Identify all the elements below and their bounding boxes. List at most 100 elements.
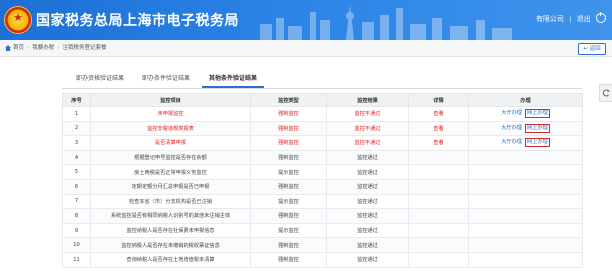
refresh-float-button[interactable] [599, 84, 612, 102]
handle-cell [468, 251, 583, 268]
header-separator: | [569, 15, 572, 23]
detail-cell: 查看 [408, 135, 469, 151]
monitor-item: 未申报监控 [90, 106, 251, 122]
table-row: 7 检查本省（市）分支机构是否已注销 提示监控 监控通过 [62, 193, 583, 210]
monitor-item: 监控非税违规类报表 [90, 120, 251, 137]
detail-cell [408, 149, 469, 166]
monitor-item: 查询纳税人是否存在土地增值税未清算 [90, 251, 251, 268]
monitor-results-table: 序号 监控项目 监控类型 监控结果 详情 办理 1 未申报监控 强制监控 监控不通过查… [62, 93, 583, 268]
home-icon [5, 45, 11, 51]
row-number: 1 [62, 106, 91, 122]
handle-cell: 大厅办理 网上办理 [468, 120, 583, 137]
monitor-type: 强制监控 [250, 149, 327, 166]
detail-cell [408, 208, 469, 224]
monitor-type: 提示监控 [250, 222, 327, 239]
detail-cell [408, 237, 469, 253]
monitor-result: 监控通过 [326, 178, 409, 195]
monitor-item: 房土两税是否正常申报义务监控 [90, 164, 251, 180]
monitor-result: 监控通过 [326, 193, 409, 210]
col-header-type: 监控类型 [250, 93, 327, 107]
table-row: 4 根据登记申号监控是否存在余额 强制监控 监控通过 [62, 149, 583, 166]
monitor-type: 强制监控 [250, 120, 327, 137]
handle-cell [468, 149, 583, 166]
hall-handle-link[interactable]: 大厅办理 [501, 125, 522, 131]
online-handle-link[interactable]: 网上办理 [525, 109, 550, 119]
online-handle-link[interactable]: 网上办理 [525, 123, 550, 133]
detail-cell [408, 251, 469, 268]
table-row: 6 定期定额分月汇总申报是否已申报 强制监控 监控通过 [62, 178, 583, 195]
monitor-result: 监控不通过 [326, 106, 409, 122]
company-link[interactable]: 有限公司 [536, 15, 564, 23]
breadcrumb-home[interactable]: 首页 [13, 45, 24, 51]
header-user-area: 有限公司 | 退出 [492, 12, 606, 24]
back-button[interactable]: ↩ 返回 [578, 43, 606, 55]
view-detail-link[interactable]: 查看 [433, 111, 443, 117]
monitor-type: 强制监控 [250, 178, 327, 195]
monitor-result: 监控通过 [326, 251, 409, 268]
result-tabs: 即办资格验证结果 即办条件验证结果 其他条件验证结果 [62, 70, 582, 89]
monitor-result: 监控通过 [326, 164, 409, 180]
detail-cell: 查看 [408, 120, 469, 137]
skyline-decoration [260, 4, 512, 40]
handle-cell [468, 237, 583, 253]
monitor-type: 提示监控 [250, 193, 327, 210]
monitor-type: 提示监控 [250, 164, 327, 180]
handle-cell [468, 178, 583, 195]
power-icon[interactable] [596, 12, 606, 23]
tab-other-condition[interactable]: 其他条件验证结果 [202, 72, 264, 88]
top-header: ★ 国家税务总局上海市电子税务局 有限公司 | 退出 [0, 0, 612, 40]
monitor-item: 根据登记申号监控是否存在余额 [90, 149, 251, 166]
monitor-result: 监控通过 [326, 237, 409, 253]
hall-handle-link[interactable]: 大厅办理 [501, 110, 522, 116]
detail-cell [408, 193, 469, 210]
tab-instant-condition[interactable]: 即办条件验证结果 [136, 72, 196, 86]
tab-instant-qualification[interactable]: 即办资格验证结果 [70, 72, 130, 86]
monitor-result: 监控通过 [326, 222, 409, 239]
breadcrumb-tax[interactable]: 我要办税 [32, 45, 54, 51]
monitor-result: 监控不通过 [326, 120, 409, 137]
monitor-item: 检查本省（市）分支机构是否已注销 [90, 193, 251, 210]
table-row: 11 查询纳税人是否存在土地增值税未清算 强制监控 监控通过 [62, 251, 583, 268]
table-row: 8 系统监控是否有相同纳税人识别号的其他未注销主体 强制监控 监控通过 [62, 208, 583, 224]
back-arrow-icon: ↩ [583, 46, 588, 52]
handle-cell [468, 164, 583, 180]
site-title: 国家税务总局上海市电子税务局 [36, 13, 239, 29]
col-header-handle: 办理 [468, 93, 583, 107]
handle-options: 大厅办理 网上办理 [501, 109, 550, 119]
hall-handle-link[interactable]: 大厅办理 [501, 139, 522, 145]
table-row: 5 房土两税是否正常申报义务监控 提示监控 监控通过 [62, 164, 583, 180]
monitor-result: 监控不通过 [326, 135, 409, 151]
detail-cell [408, 178, 469, 195]
exit-link[interactable]: 退出 [577, 15, 591, 23]
monitor-type: 强制监控 [250, 135, 327, 151]
view-detail-link[interactable]: 查看 [433, 126, 443, 132]
monitor-item: 监控纳税人是否存在社保费未申报信息 [90, 222, 251, 239]
row-number: 11 [62, 251, 91, 268]
row-number: 9 [62, 222, 91, 239]
row-number: 2 [62, 120, 91, 137]
row-number: 4 [62, 149, 91, 166]
table-row: 10 监控纳税人是否存在未缴销的税收票证信息 强制监控 监控通过 [62, 237, 583, 253]
monitor-item: 定期定额分月汇总申报是否已申报 [90, 178, 251, 195]
row-number: 8 [62, 208, 91, 224]
monitor-type: 强制监控 [250, 106, 327, 122]
breadcrumb: 首页 › 我要办税 › 注销税务登记套餐 ↩ 返回 [0, 40, 612, 57]
row-number: 5 [62, 164, 91, 180]
handle-options: 大厅办理 网上办理 [501, 123, 550, 133]
view-detail-link[interactable]: 查看 [433, 140, 443, 146]
detail-cell [408, 164, 469, 180]
username-redacted [492, 15, 534, 24]
emblem-logo: ★ [4, 6, 32, 34]
refresh-icon [602, 89, 610, 97]
breadcrumb-current: 注销税务登记套餐 [62, 45, 107, 51]
online-handle-link[interactable]: 网上办理 [525, 138, 550, 148]
handle-cell: 大厅办理 网上办理 [468, 106, 583, 122]
table-row: 2 监控非税违规类报表 强制监控 监控不通过 查看 大厅办理 网上办理 [62, 120, 583, 137]
monitor-result: 监控通过 [326, 208, 409, 224]
row-number: 3 [62, 135, 91, 151]
handle-cell [468, 193, 583, 210]
handle-cell [468, 222, 583, 239]
col-header-detail: 详情 [408, 93, 469, 107]
detail-cell: 查看 [408, 106, 469, 122]
detail-cell [408, 222, 469, 239]
